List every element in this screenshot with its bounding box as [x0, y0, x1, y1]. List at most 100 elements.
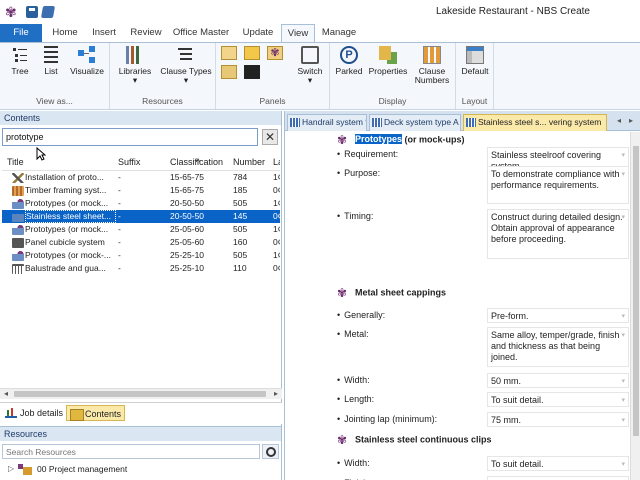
cell-suffix: -	[118, 185, 121, 195]
tab-scroll-right-icon[interactable]: ▸	[629, 116, 633, 125]
prototype-icon	[12, 198, 24, 209]
table-row[interactable]: Timber framing syst... - 15-65-75 185 0¢	[2, 184, 280, 197]
tab-file[interactable]: File	[0, 24, 42, 42]
doc-tab-deck[interactable]: Deck system type A	[369, 114, 461, 131]
property-value-field[interactable]: None	[487, 476, 629, 480]
cell-last: 0¢	[273, 237, 280, 247]
tab-office-master[interactable]: Office Master	[170, 24, 232, 42]
scroll-right-icon[interactable]: ▸	[271, 389, 281, 399]
contents-grid: ^ Title Suffix Classification Number La …	[2, 149, 280, 399]
table-row[interactable]: Stainless steel sheet...- 20-50-50 145 0¢	[2, 210, 280, 223]
property-value-field[interactable]: Same alloy, temper/grade, finish and thi…	[487, 327, 629, 367]
ribbon-tab-bar: File Home Insert Review Office Master Up…	[0, 24, 640, 43]
cell-suffix: -	[118, 263, 121, 273]
scrollbar-thumb[interactable]	[14, 391, 266, 397]
view-as-group-label: View as...	[36, 96, 73, 106]
property-value-field[interactable]: Construct during detailed design. Obtain…	[487, 209, 629, 259]
clause-title[interactable]: ✾ Metal sheet cappings	[337, 287, 446, 299]
list-button[interactable]: List	[38, 46, 64, 76]
switch-button[interactable]: Switch ▾	[294, 46, 326, 85]
column-classification[interactable]: Classification	[170, 157, 223, 167]
libraries-button[interactable]: Libraries ▾	[114, 46, 156, 85]
table-row[interactable]: Panel cubicle system - 25-05-60 160 0¢	[2, 236, 280, 249]
vertical-scrollbar[interactable]	[630, 132, 640, 480]
property-name: Requirement:	[337, 149, 398, 159]
cell-classification: 20-50-50	[170, 198, 205, 208]
clause-bullet-icon: ✾	[337, 133, 348, 147]
scroll-left-icon[interactable]: ◂	[1, 389, 11, 399]
column-title[interactable]: Title	[7, 157, 24, 167]
panel-toggle-icon[interactable]	[221, 46, 237, 60]
tab-job-details[interactable]: Job details	[2, 405, 66, 421]
scrollbar-thumb[interactable]	[633, 146, 639, 436]
property-value-field[interactable]: Pre-form.	[487, 308, 629, 323]
clause-title[interactable]: ✾ Prototypes (or mock-ups)	[337, 134, 465, 146]
document-tab-bar: Handrail system * Deck system type A Sta…	[285, 111, 640, 131]
clause-title[interactable]: ✾ Stainless steel continuous clips	[337, 434, 492, 446]
cell-title: Installation of proto...	[25, 172, 104, 182]
table-row[interactable]: Installation of proto... - 15-65-75 784 1¢	[2, 171, 280, 184]
panels-group-label: Panels	[259, 96, 286, 106]
contents-search: ✕	[2, 128, 280, 146]
expand-icon[interactable]: ▷	[8, 464, 14, 473]
tab-home[interactable]: Home	[46, 24, 84, 42]
column-last[interactable]: La	[273, 157, 280, 167]
clause-types-button[interactable]: Clause Types ▾	[160, 46, 212, 85]
timber-icon	[12, 185, 24, 196]
table-row[interactable]: Balustrade and gua... - 25-25-10 110 0¢	[2, 262, 280, 275]
document-panel: Handrail system * Deck system type A Sta…	[284, 111, 640, 480]
cell-suffix: -	[118, 237, 121, 247]
quick-access-icon[interactable]	[40, 6, 56, 18]
clear-search-button[interactable]: ✕	[262, 129, 278, 145]
cell-title: Panel cubicle system	[25, 237, 105, 247]
tab-contents[interactable]: Contents	[66, 405, 126, 421]
table-row[interactable]: Prototypes (or mock...- 25-05-60 505 1¢	[2, 223, 280, 236]
column-suffix[interactable]: Suffix	[118, 157, 140, 167]
search-icon[interactable]	[262, 444, 279, 459]
doc-tab-stainless[interactable]: Stainless steel s... vering system	[463, 114, 607, 131]
tab-manage[interactable]: Manage	[318, 24, 360, 42]
cell-classification: 20-50-50	[170, 211, 205, 221]
property-value-field[interactable]: To suit detail.	[487, 456, 629, 471]
tab-review[interactable]: Review	[126, 24, 166, 42]
cell-last: 1¢	[273, 224, 280, 234]
cell-suffix: -	[118, 211, 121, 221]
cell-title: Timber framing syst...	[25, 185, 107, 195]
clause-panel-icon[interactable]: ✾	[267, 46, 283, 60]
panel-toggle-icon[interactable]	[244, 46, 260, 60]
property-value-field[interactable]: 75 mm.	[487, 412, 629, 427]
tab-view[interactable]: View	[281, 24, 315, 43]
cell-title: Stainless steel sheet...	[25, 210, 116, 223]
default-layout-button[interactable]: Default	[458, 46, 492, 76]
tab-insert[interactable]: Insert	[88, 24, 120, 42]
panel-toggle-icon[interactable]	[221, 65, 237, 79]
save-icon[interactable]	[26, 6, 38, 18]
property-value-field[interactable]: To demonstrate compliance with performan…	[487, 166, 629, 204]
panel-toggle-icon[interactable]	[244, 65, 260, 79]
nbs-app-icon[interactable]: ✾	[5, 5, 19, 19]
table-row[interactable]: Prototypes (or mock...- 20-50-50 505 1¢	[2, 197, 280, 210]
properties-button[interactable]: Properties	[366, 46, 410, 76]
clause-title-text: Stainless steel continuous clips	[355, 434, 492, 445]
cell-number: 160	[233, 237, 248, 247]
clause-numbers-button[interactable]: Clause Numbers	[412, 46, 452, 85]
parked-button[interactable]: P Parked	[334, 46, 364, 76]
doc-tab-handrail[interactable]: Handrail system *	[287, 114, 367, 131]
tab-scroll-left-icon[interactable]: ◂	[617, 116, 621, 125]
cell-classification: 25-05-60	[170, 237, 205, 247]
column-number[interactable]: Number	[233, 157, 265, 167]
balustrade-icon	[12, 263, 24, 274]
table-row[interactable]: Prototypes (or mock-...- 25-25-10 505 1¢	[2, 249, 280, 262]
resources-search-input[interactable]	[2, 444, 260, 459]
tab-update[interactable]: Update	[238, 24, 278, 42]
tree-button[interactable]: Tree	[6, 46, 34, 76]
property-value-field[interactable]: 50 mm.	[487, 373, 629, 388]
property-name: Width:	[337, 375, 370, 385]
contents-search-input[interactable]	[2, 128, 258, 146]
property-value-field[interactable]: To suit detail.	[487, 392, 629, 407]
cell-classification: 15-65-75	[170, 185, 205, 195]
list-icon	[44, 46, 58, 64]
horizontal-scrollbar[interactable]: ◂ ▸	[0, 388, 282, 399]
visualize-button[interactable]: Visualize	[68, 46, 106, 76]
property-name: Generally:	[337, 310, 385, 320]
